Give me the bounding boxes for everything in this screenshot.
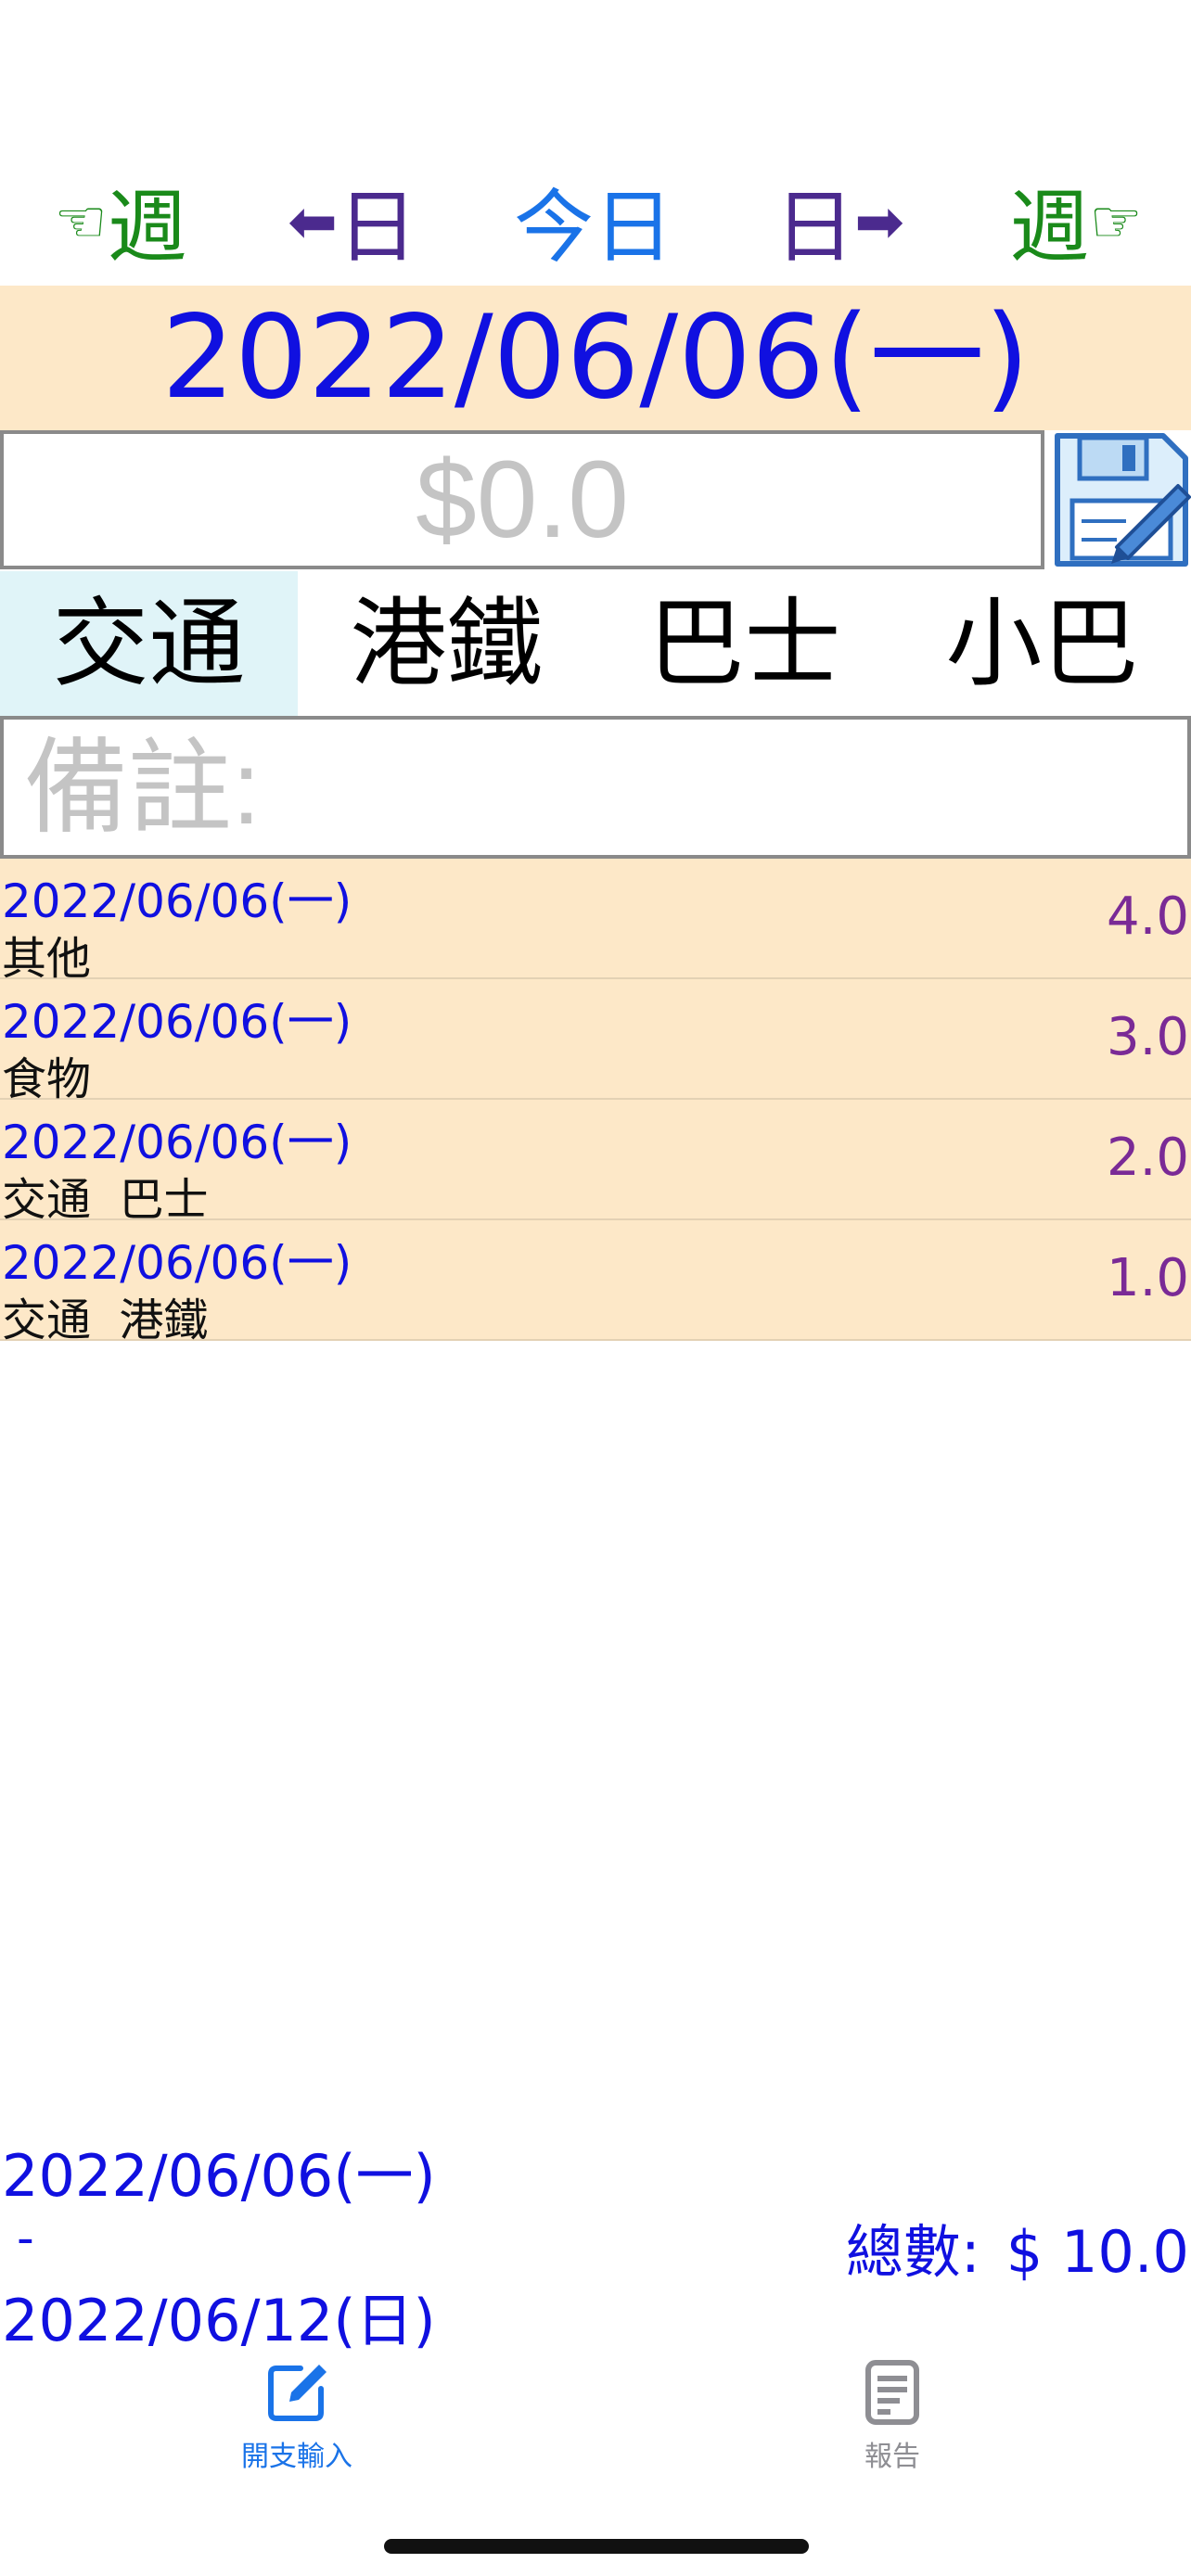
category-minibus[interactable]: 小巴 bbox=[893, 571, 1191, 716]
entry-category: 其他 bbox=[2, 933, 92, 985]
list-item[interactable]: 2022/06/06(一) 交通 港鐵 1.0 bbox=[0, 1220, 1191, 1346]
arrow-left-icon: ⬅ bbox=[288, 187, 338, 257]
tab-expense-input[interactable]: 開支輸入 bbox=[186, 2359, 408, 2480]
next-day-label: 日 bbox=[775, 181, 855, 274]
list-item[interactable]: 2022/06/06(一) 食物 3.0 bbox=[0, 979, 1191, 1105]
entry-amount: 2.0 bbox=[1106, 1128, 1189, 1188]
prev-day-label: 日 bbox=[337, 181, 417, 274]
entry-category: 交通 港鐵 bbox=[2, 1294, 209, 1346]
edit-icon bbox=[268, 2365, 327, 2421]
current-date-header[interactable]: 2022/06/06(一) bbox=[0, 286, 1191, 430]
entry-category: 食物 bbox=[2, 1053, 92, 1105]
category-bus[interactable]: 巴士 bbox=[596, 571, 893, 716]
remark-input[interactable] bbox=[0, 716, 1191, 859]
tab-label: 開支輸入 bbox=[241, 2441, 352, 2473]
prev-day-button[interactable]: ⬅日 bbox=[278, 167, 427, 278]
list-item[interactable]: 2022/06/06(一) 交通 巴士 2.0 bbox=[0, 1100, 1191, 1226]
tab-report[interactable]: 報告 bbox=[781, 2359, 1004, 2480]
next-day-button[interactable]: 日➡ bbox=[761, 167, 918, 278]
home-indicator bbox=[384, 2539, 809, 2554]
entry-amount: 4.0 bbox=[1106, 886, 1189, 947]
report-icon bbox=[865, 2360, 919, 2425]
prev-week-label: 週 bbox=[107, 181, 187, 274]
date-navigation: ☜週 ⬅日 今日 日➡ 週☞ bbox=[0, 167, 1191, 278]
entry-category: 交通 巴士 bbox=[2, 1174, 209, 1226]
total-summary: 總數: $ 10.0 bbox=[846, 2205, 1189, 2289]
floppy-save-icon bbox=[1055, 433, 1191, 567]
arrow-right-icon: ➡ bbox=[854, 187, 904, 257]
tab-label: 報告 bbox=[864, 2441, 920, 2473]
save-button[interactable] bbox=[1052, 432, 1191, 569]
total-label: 總數: bbox=[845, 2218, 980, 2286]
amount-input[interactable] bbox=[0, 430, 1044, 569]
today-label: 今日 bbox=[514, 181, 673, 274]
category-mtr[interactable]: 港鐵 bbox=[298, 571, 596, 716]
range-end-date: 2022/06/12(日) bbox=[2, 2287, 436, 2354]
prev-week-button[interactable]: ☜週 bbox=[28, 167, 213, 278]
today-button[interactable]: 今日 bbox=[501, 167, 686, 278]
category-selector: 交通 港鐵 巴士 小巴 bbox=[0, 571, 1191, 716]
entry-amount: 1.0 bbox=[1106, 1248, 1189, 1308]
pointing-left-icon: ☜ bbox=[54, 187, 108, 257]
category-traffic[interactable]: 交通 bbox=[0, 571, 298, 716]
list-item[interactable]: 2022/06/06(一) 其他 4.0 bbox=[0, 859, 1191, 985]
next-week-label: 週 bbox=[1009, 181, 1090, 274]
entry-amount: 3.0 bbox=[1106, 1007, 1189, 1067]
range-start-date: 2022/06/06(一) bbox=[2, 2142, 436, 2210]
total-value: $ 10.0 bbox=[1005, 2218, 1189, 2286]
expense-list: 2022/06/06(一) 其他 4.0 2022/06/06(一) 食物 3.… bbox=[0, 859, 1191, 1346]
range-separator: - bbox=[17, 2211, 34, 2266]
pointing-right-icon: ☞ bbox=[1089, 187, 1143, 257]
next-week-button[interactable]: 週☞ bbox=[983, 167, 1169, 278]
